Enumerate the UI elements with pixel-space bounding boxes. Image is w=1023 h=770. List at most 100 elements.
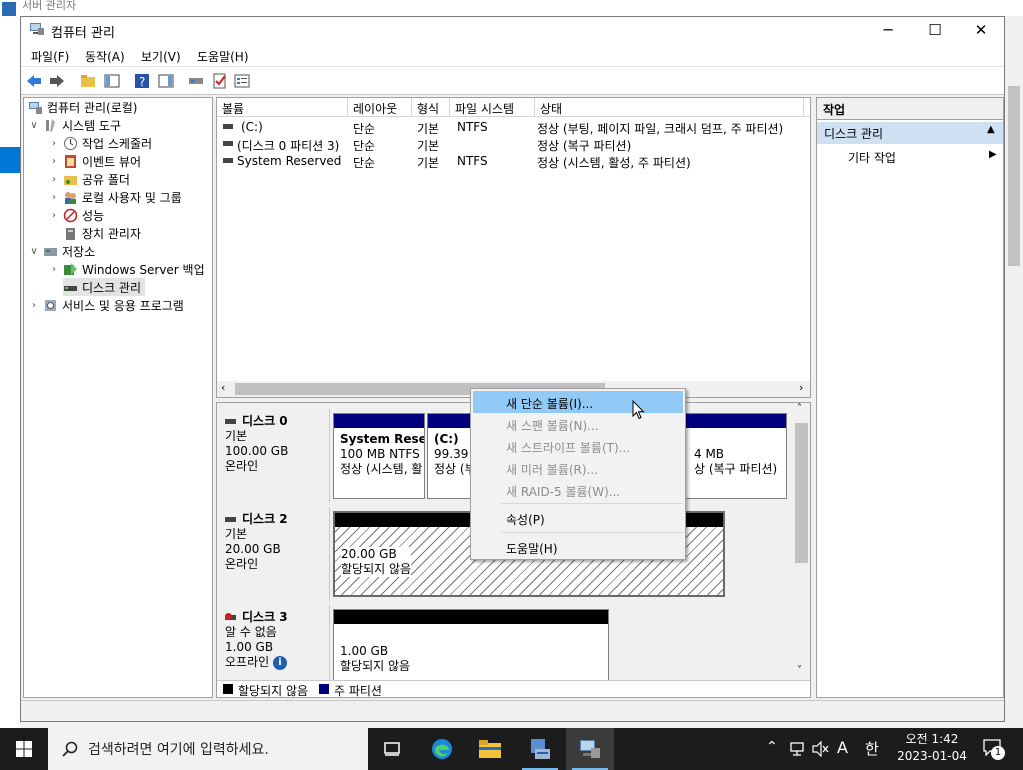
col-type[interactable]: 형식 — [412, 98, 450, 117]
properties-icon[interactable] — [233, 72, 251, 90]
tree-storage[interactable]: ∨ 저장소 — [28, 242, 95, 260]
close-button[interactable]: ✕ — [958, 17, 1004, 43]
expand-icon[interactable]: › — [48, 138, 60, 149]
tree-event-viewer[interactable]: › 이벤트 뷰어 — [48, 152, 141, 170]
tree-system-tools[interactable]: ∨ 시스템 도구 — [28, 116, 121, 134]
volume-type: 기본 — [417, 139, 440, 153]
menu-new-raid5-volume[interactable]: 새 RAID-5 볼륨(W)... — [473, 479, 683, 501]
tree-backup[interactable]: › Windows Server 백업 — [48, 260, 205, 278]
taskbar-search-box[interactable]: 검색하려면 여기에 입력하세요. — [48, 728, 368, 770]
info-icon[interactable]: i — [273, 655, 287, 670]
scroll-left-icon[interactable]: ‹ — [221, 381, 225, 394]
menu-new-spanned-volume[interactable]: 새 스팬 볼륨(N)... — [473, 413, 683, 435]
scroll-down-icon[interactable]: ˅ — [797, 665, 802, 676]
tree-task-scheduler[interactable]: › 작업 스케줄러 — [48, 134, 152, 152]
expand-icon[interactable]: › — [28, 300, 40, 311]
server-manager-sidebar — [0, 16, 20, 728]
language-indicator[interactable]: 한 — [865, 738, 879, 759]
forward-icon[interactable] — [48, 72, 66, 90]
menu-help[interactable]: 도움말(H) — [197, 48, 249, 65]
context-menu: 새 단순 볼륨(I)... 새 스팬 볼륨(N)... 새 스트라이프 볼륨(T… — [470, 388, 686, 560]
menu-action[interactable]: 동작(A) — [85, 48, 125, 65]
checklist-icon[interactable] — [211, 72, 229, 90]
col-status[interactable]: 상태 — [535, 98, 804, 117]
tree-root[interactable]: 컴퓨터 관리(로컬) — [28, 98, 137, 116]
col-layout[interactable]: 레이아웃 — [348, 98, 412, 117]
disk0-partition-system-reserved[interactable]: System Reser 100 MB NTFS 정상 (시스템, 활 — [333, 413, 425, 499]
up-folder-icon[interactable] — [79, 72, 97, 90]
scroll-right-icon[interactable]: › — [799, 381, 803, 394]
tree-performance[interactable]: › 성능 — [48, 206, 104, 224]
scrollbar-thumb[interactable] — [795, 423, 808, 563]
back-icon[interactable] — [25, 72, 43, 90]
menu-new-mirror-volume[interactable]: 새 미러 볼륨(R)... — [473, 457, 683, 479]
menu-file[interactable]: 파일(F) — [31, 48, 69, 65]
server-manager-scrollbar[interactable] — [1005, 16, 1023, 728]
disk2-label[interactable]: 디스크 2 기본 20.00 GB 온라인 — [217, 507, 330, 601]
start-button[interactable] — [0, 728, 48, 770]
edge-button[interactable] — [418, 728, 466, 770]
scrollbar-thumb[interactable] — [1008, 86, 1020, 266]
help-icon[interactable]: ? — [133, 72, 151, 90]
table-row[interactable]: System Reserved 단순 기본 NTFS 정상 (시스템, 활성, … — [217, 153, 810, 170]
sidebar-selected-item[interactable] — [0, 147, 20, 173]
volume-status: 정상 (복구 파티션) — [537, 139, 632, 153]
collapse-icon[interactable]: ∨ — [28, 120, 40, 131]
minimize-button[interactable]: ─ — [865, 17, 911, 43]
taskbar: 검색하려면 여기에 입력하세요. ⌃ A 한 오전 1:42 2023-01-0… — [0, 728, 1023, 770]
server-manager-titlebar: 서버 관리자 — [0, 0, 1023, 16]
disk0-label[interactable]: 디스크 0 기본 100.00 GB 온라인 — [217, 409, 330, 503]
network-icon[interactable] — [789, 741, 807, 757]
chevron-up-icon[interactable]: ⌃ — [766, 739, 778, 755]
clock[interactable]: 오전 1:42 2023-01-04 — [888, 731, 976, 765]
col-filesystem[interactable]: 파일 시스템 — [450, 98, 535, 117]
computer-management-taskbar-button[interactable] — [566, 728, 614, 770]
expand-icon[interactable]: › — [48, 210, 60, 221]
notification-center-button[interactable]: 1 — [982, 738, 1005, 760]
expand-icon[interactable]: › — [48, 156, 60, 167]
connect-drive-icon[interactable] — [187, 72, 205, 90]
ime-mode-indicator[interactable]: A — [837, 738, 848, 757]
performance-label: 성능 — [82, 208, 105, 223]
tree-services[interactable]: › 서비스 및 응용 프로그램 — [28, 296, 184, 314]
disk3-label[interactable]: 디스크 3 알 수 없음 1.00 GB 오프라인 i — [217, 605, 330, 685]
vertical-scrollbar[interactable]: ˄ ˅ — [793, 403, 810, 680]
menu-view[interactable]: 보기(V) — [141, 48, 181, 65]
show-hide-console-tree-icon[interactable] — [103, 72, 121, 90]
expand-icon[interactable]: › — [48, 192, 60, 203]
show-hide-action-pane-icon[interactable] — [157, 72, 175, 90]
disk2-size: 20.00 GB — [225, 542, 281, 556]
server-manager-button[interactable] — [516, 728, 564, 770]
legend-unallocated-label: 할당되지 않음 — [238, 684, 309, 698]
actions-section-disk-management[interactable]: 디스크 관리 ▲ — [817, 122, 1003, 144]
scroll-up-icon[interactable]: ˄ — [797, 403, 802, 414]
collapse-icon[interactable]: ∨ — [28, 246, 40, 257]
partition-size: 100 MB NTFS — [340, 447, 420, 461]
actions-section-label: 디스크 관리 — [824, 127, 884, 141]
services-label: 서비스 및 응용 프로그램 — [62, 298, 184, 313]
menu-properties[interactable]: 속성(P) — [473, 507, 683, 529]
tree-root-label: 컴퓨터 관리(로컬) — [47, 100, 138, 115]
computer-management-icon — [580, 740, 600, 758]
menu-help-item[interactable]: 도움말(H) — [473, 536, 683, 558]
tree-device-manager[interactable]: 장치 관리자 — [63, 224, 141, 242]
actions-more[interactable]: 기타 작업 ▶ — [817, 146, 1003, 166]
file-explorer-button[interactable] — [466, 728, 514, 770]
task-view-button[interactable] — [368, 728, 416, 770]
table-row[interactable]: (C:) 단순 기본 NTFS 정상 (부팅, 페이지 파일, 크래시 덤프, … — [217, 119, 810, 136]
clock-icon — [63, 136, 78, 151]
tree-local-users[interactable]: › 로컬 사용자 및 그룹 — [48, 188, 182, 206]
tree-shared-folders[interactable]: › 공유 폴더 — [48, 170, 130, 188]
collapse-up-icon[interactable]: ▲ — [987, 124, 995, 135]
menu-new-simple-volume[interactable]: 새 단순 볼륨(I)... — [473, 391, 683, 413]
menu-new-striped-volume[interactable]: 새 스트라이프 볼륨(T)... — [473, 435, 683, 457]
expand-icon[interactable]: › — [48, 264, 60, 275]
volume-muted-icon[interactable] — [812, 741, 830, 757]
table-row[interactable]: (디스크 0 파티션 3) 단순 기본 정상 (복구 파티션) — [217, 136, 810, 153]
disk3-unallocated[interactable]: 1.00 GB 할당되지 않음 — [333, 609, 609, 689]
tree-disk-management[interactable]: 디스크 관리 — [63, 278, 146, 296]
expand-icon[interactable]: › — [48, 174, 60, 185]
col-volume[interactable]: 볼륨 — [217, 98, 348, 117]
actions-pane: 작업 디스크 관리 ▲ 기타 작업 ▶ — [816, 97, 1004, 698]
maximize-button[interactable]: ☐ — [912, 17, 958, 43]
